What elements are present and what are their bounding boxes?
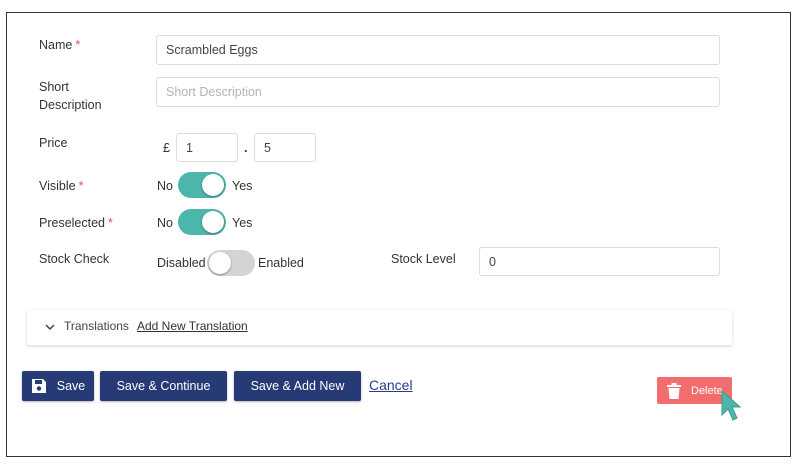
short-description-input[interactable] — [156, 77, 720, 107]
stock-check-label: Stock Check — [39, 252, 110, 266]
save-continue-button[interactable]: Save & Continue — [100, 371, 227, 401]
cancel-link[interactable]: Cancel — [369, 377, 413, 393]
visible-label: Visible * — [39, 179, 84, 193]
save-add-new-button[interactable]: Save & Add New — [234, 371, 361, 401]
preselected-no-label: No — [157, 216, 173, 230]
visible-toggle[interactable] — [178, 172, 226, 198]
required-mark: * — [75, 38, 81, 52]
save-button[interactable]: Save — [22, 371, 94, 401]
translations-label: Translations — [64, 319, 129, 333]
price-separator: . — [244, 141, 248, 155]
stock-level-label: Stock Level — [391, 252, 456, 266]
visible-yes-label: Yes — [232, 179, 253, 193]
stock-check-enabled-label: Enabled — [258, 256, 304, 270]
stock-check-disabled-label: Disabled — [157, 256, 206, 270]
chevron-down-icon[interactable] — [43, 320, 57, 334]
mouse-pointer-icon — [721, 389, 742, 421]
name-input[interactable] — [156, 35, 720, 65]
trash-icon — [667, 382, 681, 399]
toggle-knob — [209, 252, 231, 274]
required-mark: * — [78, 179, 84, 193]
save-button-label: Save — [56, 379, 86, 393]
preselected-label: Preselected * — [39, 216, 113, 230]
toggle-knob — [202, 174, 224, 196]
required-mark: * — [108, 216, 113, 230]
price-label: Price — [39, 136, 68, 150]
name-label: Name * — [39, 38, 81, 52]
toggle-knob — [202, 211, 224, 233]
add-new-translation-link[interactable]: Add New Translation — [137, 319, 248, 333]
stock-level-input[interactable] — [479, 247, 720, 276]
price-whole-input[interactable] — [176, 133, 238, 162]
price-fraction-input[interactable] — [254, 133, 316, 162]
preselected-yes-label: Yes — [232, 216, 253, 230]
short-description-label: Short Description — [39, 80, 102, 112]
stock-check-toggle[interactable] — [207, 250, 255, 276]
visible-no-label: No — [157, 179, 173, 193]
preselected-toggle[interactable] — [178, 209, 226, 235]
floppy-disk-icon — [31, 379, 46, 393]
currency-symbol: £ — [163, 141, 170, 155]
translations-panel: Translations Add New Translation — [27, 310, 732, 345]
